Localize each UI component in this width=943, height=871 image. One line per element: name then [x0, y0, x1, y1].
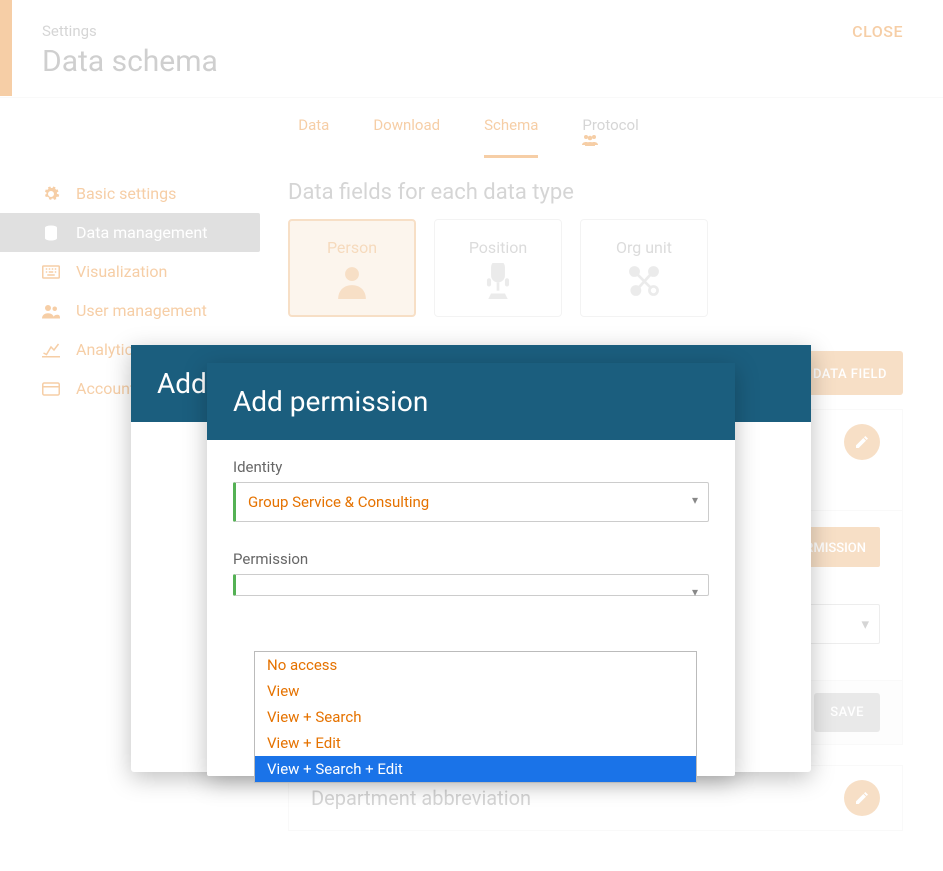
identity-label: Identity — [233, 458, 709, 476]
perm-option-no-access[interactable]: No access — [255, 652, 696, 678]
perm-option-view[interactable]: View — [255, 678, 696, 704]
permission-select[interactable] — [233, 574, 709, 596]
permission-options: No access View View + Search View + Edit… — [254, 651, 697, 783]
modal-title: Add permission — [207, 363, 735, 440]
perm-option-view-edit[interactable]: View + Edit — [255, 730, 696, 756]
perm-option-view-search[interactable]: View + Search — [255, 704, 696, 730]
permission-label: Permission — [233, 550, 709, 568]
identity-select[interactable]: Group Service & Consulting — [233, 482, 709, 522]
perm-option-view-search-edit[interactable]: View + Search + Edit — [255, 756, 696, 782]
page: Settings Data schema CLOSE Data Download… — [0, 0, 943, 831]
